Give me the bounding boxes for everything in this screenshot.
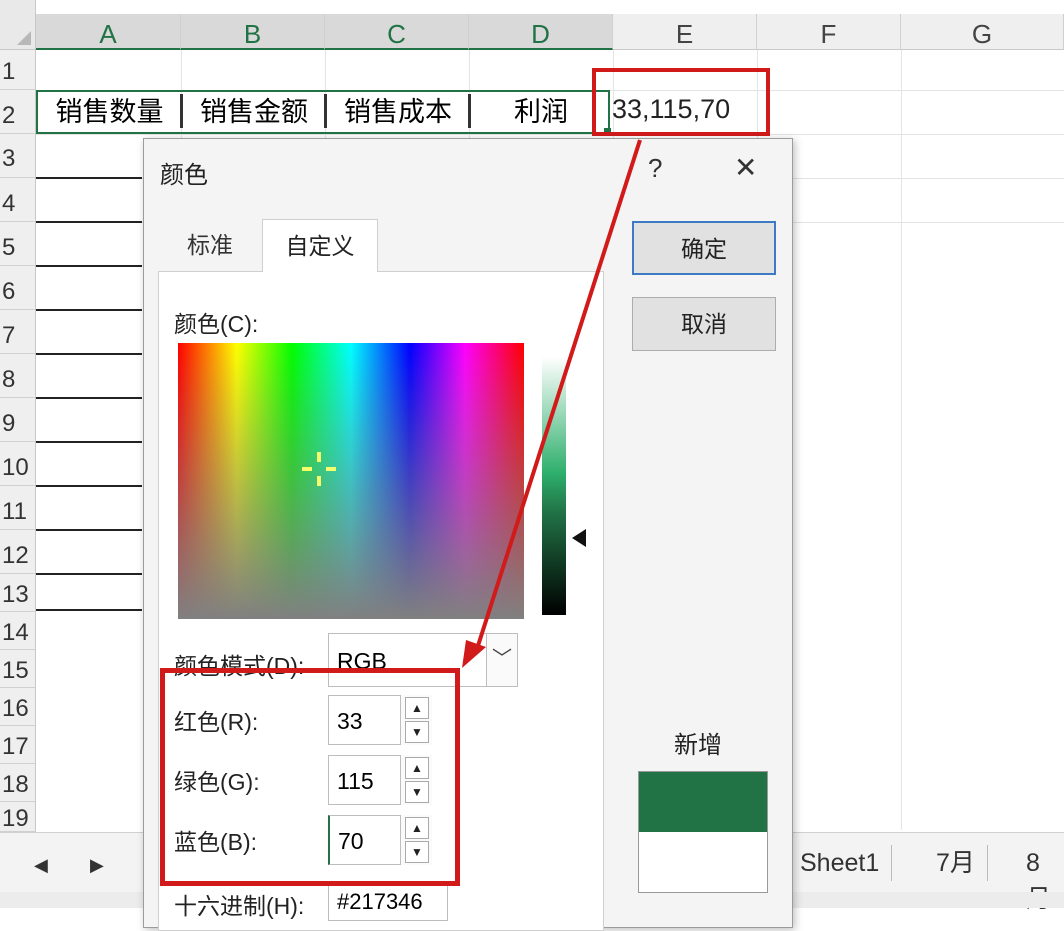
arrowhead-icon: [462, 640, 486, 668]
arrow-line: [474, 139, 642, 653]
annotation-arrow: [462, 139, 642, 668]
tab-custom[interactable]: 自定义: [262, 219, 378, 272]
